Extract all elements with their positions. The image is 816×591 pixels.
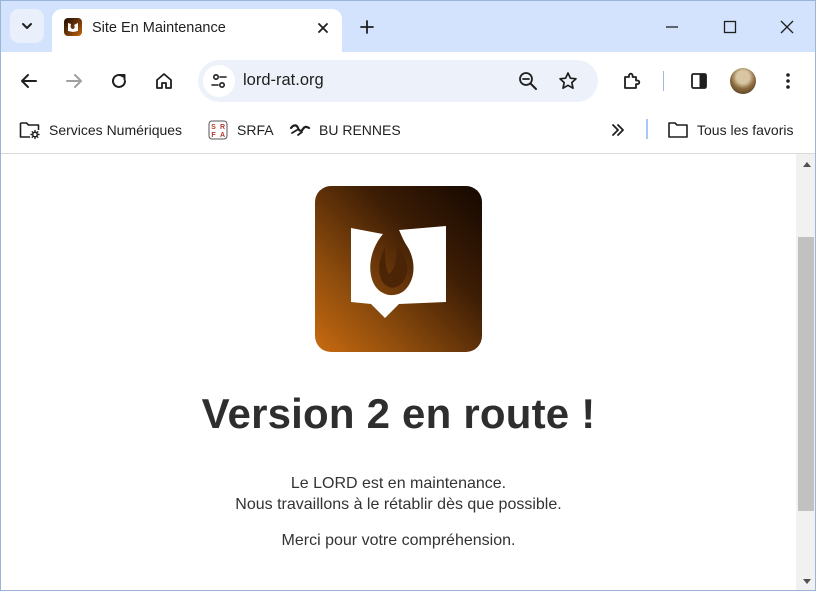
scrollbar-thumb[interactable]	[798, 237, 814, 511]
all-bookmarks-label: Tous les favoris	[697, 122, 794, 138]
bookmark-label: BU RENNES	[319, 122, 401, 138]
bu-rennes-logo-icon	[289, 119, 311, 141]
all-bookmarks-button[interactable]: Tous les favoris	[667, 119, 793, 141]
close-window-button[interactable]	[758, 1, 815, 52]
close-icon	[780, 20, 794, 33]
home-button[interactable]	[148, 65, 180, 97]
folder-settings-icon	[19, 119, 41, 141]
maximize-button[interactable]	[701, 1, 759, 52]
srfa-logo-icon: S R F A	[207, 119, 229, 141]
reload-button[interactable]	[103, 65, 135, 97]
site-info-button[interactable]	[203, 65, 235, 97]
url-text[interactable]: lord-rat.org	[243, 71, 324, 90]
close-icon	[318, 23, 328, 33]
star-icon	[559, 72, 577, 90]
bookmark-label: Services Numériques	[49, 122, 183, 138]
tune-icon	[211, 73, 227, 89]
home-icon	[156, 73, 172, 89]
bookmark-srfa[interactable]: S R F A SRFA	[207, 119, 274, 141]
browser-toolbar: lord-rat.org	[1, 52, 815, 109]
bookmark-bu-rennes[interactable]: BU RENNES	[289, 119, 401, 141]
tab-active[interactable]: Site En Maintenance	[52, 9, 342, 52]
tab-title: Site En Maintenance	[92, 20, 226, 36]
srfa-letter: R	[220, 124, 225, 131]
folder-icon	[667, 119, 689, 141]
menu-button[interactable]	[772, 65, 804, 97]
side-panel-button[interactable]	[683, 65, 715, 97]
maintenance-message-line2: Nous travaillons à le rétablir dès que p…	[235, 496, 562, 513]
plus-icon	[360, 20, 374, 34]
srfa-letter: S	[211, 124, 216, 131]
arrow-right-icon	[66, 74, 82, 88]
tab-close-button[interactable]	[312, 17, 334, 39]
maintenance-message-line1: Le LORD est en maintenance.	[290, 475, 507, 492]
profile-avatar[interactable]	[730, 68, 756, 94]
triangle-down-icon	[802, 579, 811, 584]
new-tab-button[interactable]	[353, 13, 381, 41]
back-button[interactable]	[13, 65, 45, 97]
minimize-button[interactable]	[643, 1, 701, 52]
tab-strip: Site En Maintenance	[1, 1, 815, 52]
triangle-up-icon	[802, 162, 811, 167]
double-chevron-right-icon	[607, 119, 629, 141]
bookmark-services-numeriques[interactable]: Services Numériques	[19, 119, 182, 141]
scroll-up-button[interactable]	[796, 154, 815, 174]
arrow-left-icon	[21, 74, 37, 88]
browser-window: Site En Maintenance lord-rat.org Service…	[0, 0, 816, 591]
bookmarks-bar: Services Numériques S R F A SRFA BU RENN…	[1, 109, 815, 154]
extensions-button[interactable]	[615, 65, 647, 97]
chevron-down-icon	[22, 23, 32, 29]
tab-search-button[interactable]	[10, 9, 44, 43]
address-bar[interactable]: lord-rat.org	[198, 60, 598, 102]
zoom-out-icon	[519, 72, 537, 90]
bookmarks-separator	[646, 119, 648, 139]
toolbar-separator	[663, 71, 664, 91]
lord-favicon-icon	[64, 18, 82, 36]
side-panel-icon	[691, 73, 707, 89]
bookmark-star-button[interactable]	[554, 67, 582, 95]
bookmarks-overflow-button[interactable]	[607, 119, 637, 141]
book-flame-icon	[351, 226, 446, 318]
scroll-down-button[interactable]	[796, 572, 815, 590]
srfa-letter: F	[211, 132, 216, 139]
page-content: Version 2 en route ! Le LORD est en main…	[1, 154, 796, 590]
puzzle-icon	[624, 72, 641, 89]
reload-icon	[112, 73, 126, 88]
minimize-icon	[666, 25, 678, 28]
zoom-button[interactable]	[514, 67, 542, 95]
lord-logo	[315, 186, 482, 352]
page-headline: Version 2 en route !	[201, 390, 596, 437]
thanks-message: Merci pour votre compréhension.	[281, 532, 516, 549]
bookmark-label: SRFA	[237, 122, 274, 138]
more-vertical-icon	[786, 73, 790, 89]
forward-button[interactable]	[58, 65, 90, 97]
srfa-letter: A	[220, 132, 225, 139]
maximize-icon	[723, 20, 737, 33]
